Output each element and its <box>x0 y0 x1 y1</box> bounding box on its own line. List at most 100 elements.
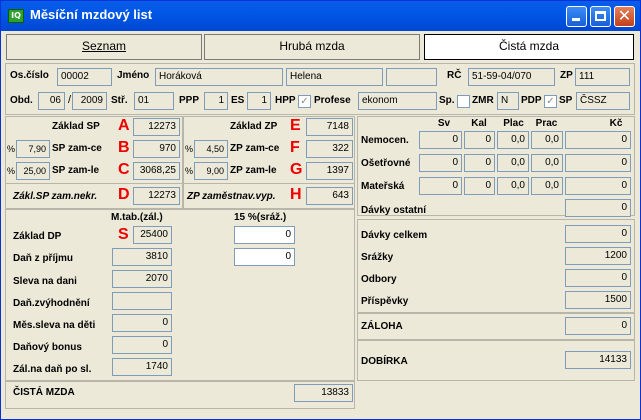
zp-field[interactable]: 111 <box>575 68 630 86</box>
sp-le-pct-field[interactable]: 25,00 <box>16 162 50 180</box>
sp2-label: SP <box>559 95 573 106</box>
titul-field[interactable] <box>386 68 437 86</box>
davky-row-label: Mateřská <box>361 181 405 192</box>
tab-cista-label: Čistá mzda <box>498 39 560 53</box>
sleva-field[interactable]: 2070 <box>112 270 172 288</box>
davky-cell[interactable]: 0,0 <box>497 131 529 149</box>
zmr-field[interactable]: N <box>497 92 519 110</box>
davky-cell[interactable]: 0 <box>565 131 631 149</box>
davky-cell[interactable]: 0 <box>565 154 631 172</box>
dobirka-field[interactable]: 14133 <box>565 351 631 369</box>
prispevky-label: Příspěvky <box>361 296 409 307</box>
tab-cista-mzda[interactable]: Čistá mzda <box>424 34 634 60</box>
davky-cell[interactable]: 0,0 <box>531 177 563 195</box>
title-bar[interactable]: IQ Měsíční mzdový list ✕ <box>1 1 640 31</box>
app-icon: IQ <box>8 9 24 23</box>
tab-seznam[interactable]: Seznam <box>6 34 202 60</box>
rc-field[interactable]: 51-59-04/070 <box>468 68 555 86</box>
zp-le-pct-field[interactable]: 9,00 <box>194 162 228 180</box>
pdp-checkbox[interactable]: ✓ <box>544 95 557 108</box>
maximize-button[interactable] <box>590 6 611 27</box>
minimize-icon <box>572 18 580 21</box>
sp2-field[interactable]: ČSSZ <box>576 92 630 110</box>
bonus-field[interactable]: 0 <box>112 336 172 354</box>
zmr-label: ZMR <box>472 95 494 106</box>
davky-cell[interactable]: 0,0 <box>497 177 529 195</box>
zvyh-field[interactable] <box>112 292 172 310</box>
window-title: Měsíční mzdový list <box>30 7 153 22</box>
tab-hruba-mzda[interactable]: Hrubá mzda <box>204 34 420 60</box>
zaklad-zp-label: Základ ZP <box>230 121 278 132</box>
davky-row-label: Nemocen. <box>361 135 409 146</box>
str-field[interactable]: 01 <box>134 92 174 110</box>
davky-cell[interactable]: 0 <box>464 177 495 195</box>
zp-ce-pct-field[interactable]: 4,50 <box>194 140 228 158</box>
sp-nekr-field[interactable]: 12273 <box>133 187 180 205</box>
zaklad-sraz-field[interactable]: 0 <box>234 226 295 244</box>
davky-cell[interactable]: 0,0 <box>497 154 529 172</box>
tab-seznam-label: Seznam <box>81 39 127 53</box>
sp-le-field[interactable]: 3068,25 <box>133 162 180 180</box>
davky-cell[interactable]: 0 <box>419 154 462 172</box>
close-button[interactable]: ✕ <box>614 6 635 27</box>
sleva-label: Sleva na dani <box>13 276 77 287</box>
prijmeni-field[interactable]: Horáková <box>155 68 283 86</box>
sp-checkbox[interactable] <box>457 95 470 108</box>
es-field[interactable]: 1 <box>247 92 271 110</box>
oscislo-field[interactable]: 00002 <box>57 68 112 86</box>
zal-field[interactable]: 1740 <box>112 358 172 376</box>
odbory-field[interactable]: 0 <box>565 269 631 287</box>
hpp-checkbox[interactable]: ✓ <box>298 95 311 108</box>
zaklad-dp-field[interactable]: 25400 <box>133 226 172 244</box>
davky-celkem-field[interactable]: 0 <box>565 225 631 243</box>
zp-ce-label: ZP zam-ce <box>230 143 280 154</box>
davky-cell[interactable]: 0 <box>464 131 495 149</box>
srazky-field[interactable]: 1200 <box>565 247 631 265</box>
month-field[interactable]: 06 <box>38 92 65 110</box>
jmeno-field[interactable]: Helena <box>286 68 383 86</box>
sp-ce-label: SP zam-ce <box>52 143 102 154</box>
sp-letter-c: C <box>118 161 130 178</box>
prispevky-field[interactable]: 1500 <box>565 291 631 309</box>
profese-field[interactable]: ekonom <box>358 92 437 110</box>
zp-ce-field[interactable]: 322 <box>306 140 353 158</box>
sp-ce-field[interactable]: 970 <box>133 140 180 158</box>
zaloha-label: ZÁLOHA <box>361 321 403 332</box>
zp-label: ZP <box>560 70 573 81</box>
sp-ce-pct-field[interactable]: 7,90 <box>16 140 50 158</box>
ppp-field[interactable]: 1 <box>204 92 228 110</box>
sp-separator <box>5 183 183 184</box>
zaloha-field[interactable]: 0 <box>565 317 631 335</box>
dobirka-label: DOBÍRKA <box>361 356 408 367</box>
close-icon: ✕ <box>617 6 632 25</box>
cista-field[interactable]: 13833 <box>294 384 353 402</box>
minimize-button[interactable] <box>566 6 587 27</box>
main-window: IQ Měsíční mzdový list ✕ Seznam Hrubá mz… <box>0 0 641 420</box>
zp-separator <box>183 183 355 184</box>
sp-nekr-label: Zákl.SP zam.nekr. <box>13 191 98 202</box>
hpp-label: HPP <box>275 95 296 106</box>
davky-celkem-label: Dávky celkem <box>361 230 428 241</box>
davky-cell[interactable]: 0,0 <box>531 154 563 172</box>
deti-field[interactable]: 0 <box>112 314 172 332</box>
davky-cell[interactable]: 0 <box>419 177 462 195</box>
zp-vyp-field[interactable]: 643 <box>306 187 353 205</box>
dan-field[interactable]: 3810 <box>112 248 172 266</box>
dan-sraz-field[interactable]: 0 <box>234 248 295 266</box>
dan-label: Daň z příjmu <box>13 253 74 264</box>
oscislo-label: Os.číslo <box>10 70 49 81</box>
davky-ostatni-field[interactable]: 0 <box>565 199 631 217</box>
zaklad-zp-field[interactable]: 7148 <box>306 118 353 136</box>
bonus-label: Daňový bonus <box>13 342 82 353</box>
date-separator: / <box>68 94 72 106</box>
sp-ce-pct-sign: % <box>7 144 16 154</box>
davky-cell[interactable]: 0,0 <box>531 131 563 149</box>
davky-cell[interactable]: 0 <box>419 131 462 149</box>
davky-cell[interactable]: 0 <box>565 177 631 195</box>
year-field[interactable]: 2009 <box>72 92 107 110</box>
zaklad-sp-field[interactable]: 12273 <box>133 118 180 136</box>
sp-le-label: SP zam-le <box>52 165 100 176</box>
sp-le-pct-sign: % <box>7 166 16 176</box>
zp-le-field[interactable]: 1397 <box>306 162 353 180</box>
davky-cell[interactable]: 0 <box>464 154 495 172</box>
